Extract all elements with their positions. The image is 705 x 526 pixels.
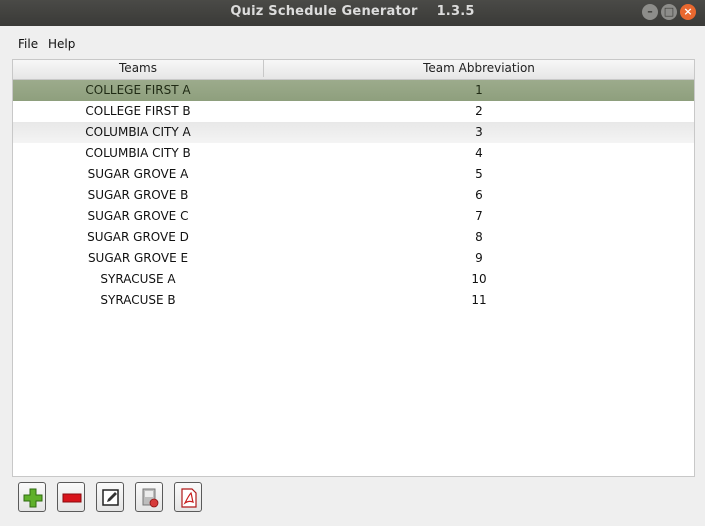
- team-cell: COLLEGE FIRST B: [85, 104, 191, 118]
- team-cell: COLLEGE FIRST A: [85, 83, 191, 97]
- team-cell: SUGAR GROVE A: [87, 167, 189, 181]
- menu-bar: File Help: [0, 32, 705, 56]
- menu-help[interactable]: Help: [48, 37, 75, 51]
- remove-icon: [62, 493, 82, 503]
- menu-file[interactable]: File: [18, 37, 38, 51]
- title-bar: Quiz Schedule Generator 1.3.5 – □ ×: [0, 0, 705, 26]
- teams-table: Teams Team Abbreviation COLLEGE FIRST A 1…: [12, 59, 695, 477]
- abbr-cell: 8: [475, 230, 483, 244]
- table-row[interactable]: SYRACUSE B 11: [13, 290, 694, 311]
- abbr-cell: 6: [475, 188, 483, 202]
- add-icon: [23, 488, 43, 508]
- abbr-cell: 11: [471, 293, 487, 307]
- abbr-cell: 3: [475, 125, 483, 139]
- abbr-cell: 1: [475, 83, 483, 97]
- pdf-button[interactable]: [174, 482, 202, 512]
- edit-team-button[interactable]: [96, 482, 124, 512]
- export-button[interactable]: [135, 482, 163, 512]
- pdf-icon: [181, 488, 197, 508]
- add-team-button[interactable]: [18, 482, 46, 512]
- table-row[interactable]: SUGAR GROVE B 6: [13, 185, 694, 206]
- abbr-cell: 4: [475, 146, 483, 160]
- table-row[interactable]: COLLEGE FIRST B 2: [13, 101, 694, 122]
- abbr-cell: 7: [475, 209, 483, 223]
- abbr-cell: 2: [475, 104, 483, 118]
- table-row[interactable]: COLLEGE FIRST A 1: [13, 80, 694, 101]
- team-cell: SYRACUSE A: [100, 272, 176, 286]
- table-row[interactable]: COLUMBIA CITY B 4: [13, 143, 694, 164]
- team-cell: SUGAR GROVE D: [87, 230, 189, 244]
- close-button[interactable]: ×: [680, 4, 696, 20]
- bottom-toolbar: [0, 480, 705, 520]
- abbr-cell: 10: [471, 272, 487, 286]
- team-cell: SYRACUSE B: [100, 293, 176, 307]
- table-row[interactable]: COLUMBIA CITY A 3: [13, 122, 694, 143]
- abbr-cell: 5: [475, 167, 483, 181]
- column-header-abbreviation[interactable]: Team Abbreviation: [264, 60, 694, 77]
- table-row[interactable]: SYRACUSE A 10: [13, 269, 694, 290]
- table-header: Teams Team Abbreviation: [13, 60, 694, 80]
- minimize-button[interactable]: –: [642, 4, 658, 20]
- table-row[interactable]: SUGAR GROVE E 9: [13, 248, 694, 269]
- window-title: Quiz Schedule Generator 1.3.5: [230, 4, 475, 19]
- table-body: COLLEGE FIRST A 1 COLLEGE FIRST B 2 COLUMB…: [13, 80, 694, 311]
- export-icon: [142, 488, 159, 508]
- app-window: Quiz Schedule Generator 1.3.5 – □ × File…: [0, 0, 705, 526]
- abbr-cell: 9: [475, 251, 483, 265]
- table-row[interactable]: SUGAR GROVE A 5: [13, 164, 694, 185]
- table-row[interactable]: SUGAR GROVE D 8: [13, 227, 694, 248]
- maximize-button[interactable]: □: [661, 4, 677, 20]
- table-row[interactable]: SUGAR GROVE C 7: [13, 206, 694, 227]
- team-cell: COLUMBIA CITY A: [85, 125, 191, 139]
- column-header-teams[interactable]: Teams: [13, 60, 264, 77]
- edit-icon: [102, 489, 119, 506]
- team-cell: COLUMBIA CITY B: [85, 146, 191, 160]
- remove-team-button[interactable]: [57, 482, 85, 512]
- team-cell: SUGAR GROVE B: [87, 188, 189, 202]
- team-cell: SUGAR GROVE E: [87, 251, 189, 265]
- team-cell: SUGAR GROVE C: [87, 209, 189, 223]
